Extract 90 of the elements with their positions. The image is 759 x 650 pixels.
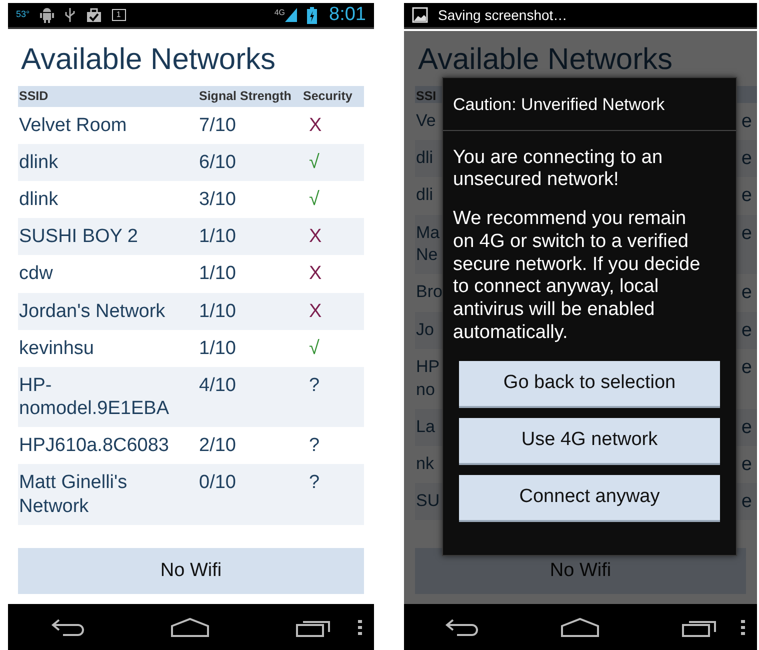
network-name: nk bbox=[416, 452, 434, 475]
network-name: Jo bbox=[416, 318, 434, 341]
page-title: Available Networks bbox=[21, 43, 277, 76]
temperature-text: 53° bbox=[16, 8, 30, 22]
network-name: Ve bbox=[416, 110, 436, 132]
usb-icon bbox=[64, 7, 76, 23]
network-name: dlink bbox=[19, 188, 60, 212]
network-name: Ma Ne bbox=[416, 222, 440, 266]
network-row[interactable]: Jordan's Network 1/10 X bbox=[18, 292, 364, 330]
network-row[interactable]: Matt Ginelli's Network 0/10 ? bbox=[18, 464, 364, 525]
network-row[interactable]: HPJ610a.8C6083 2/10 ? bbox=[18, 427, 364, 464]
network-name: SUSHI BOY 2 bbox=[19, 225, 139, 248]
verified-status: e bbox=[741, 318, 753, 342]
dialog-title: Caution: Unverified Network bbox=[443, 78, 736, 130]
back-icon[interactable] bbox=[444, 618, 478, 636]
signal-strength: 6/10 bbox=[199, 150, 237, 174]
column-header: SSI bbox=[416, 88, 436, 102]
battery-icon bbox=[307, 6, 318, 24]
menu-icon[interactable] bbox=[358, 620, 362, 636]
notification-text: Saving screenshot… bbox=[438, 6, 568, 25]
security-status: ? bbox=[309, 374, 320, 398]
dialog-button[interactable]: Connect anyway bbox=[459, 474, 720, 522]
no-wifi-button[interactable]: No Wifi bbox=[18, 548, 364, 594]
network-name: Bro bbox=[416, 281, 442, 304]
dialog-button[interactable]: Use 4G network bbox=[459, 418, 720, 465]
network-row[interactable]: SUSHI BOY 2 1/10 X bbox=[18, 218, 364, 256]
calendar-icon: 1 bbox=[112, 9, 126, 21]
network-name: kevinhsu bbox=[19, 336, 95, 360]
network-row[interactable]: cdw 1/10 X bbox=[18, 255, 364, 293]
home-icon[interactable] bbox=[560, 617, 600, 637]
security-status: √ bbox=[309, 336, 320, 360]
signal-strength: 1/10 bbox=[199, 300, 237, 323]
security-status: ? bbox=[309, 471, 320, 495]
signal-strength: 7/10 bbox=[199, 114, 237, 137]
network-row[interactable]: Velvet Room 7/10 X bbox=[18, 106, 364, 144]
verified-status: e bbox=[741, 147, 753, 170]
signal-strength: 2/10 bbox=[199, 434, 237, 458]
security-status: √ bbox=[309, 188, 320, 212]
security-status: X bbox=[309, 300, 322, 323]
verified-status: e bbox=[741, 452, 753, 476]
verified-status: e bbox=[741, 184, 753, 208]
home-icon[interactable] bbox=[170, 617, 210, 637]
network-name: dli bbox=[416, 147, 434, 170]
signal-strength: 1/10 bbox=[199, 336, 237, 360]
verified-status: e bbox=[741, 222, 753, 245]
network-name: cdw bbox=[19, 262, 54, 286]
security-status: X bbox=[309, 262, 322, 286]
signal-strength: 4/10 bbox=[199, 374, 237, 398]
signal-strength: 1/10 bbox=[199, 225, 237, 248]
network-name: La bbox=[416, 416, 435, 438]
signal-strength: 0/10 bbox=[199, 471, 237, 495]
network-name: HPJ610a.8C6083 bbox=[19, 434, 170, 458]
column-header: SSID bbox=[19, 88, 50, 105]
android-icon bbox=[40, 7, 54, 23]
bag-check-icon bbox=[86, 7, 102, 23]
back-icon[interactable] bbox=[50, 618, 85, 636]
image-icon bbox=[412, 7, 428, 23]
security-status: X bbox=[309, 114, 322, 137]
menu-icon[interactable] bbox=[741, 620, 745, 636]
network-name: Velvet Room bbox=[19, 114, 128, 137]
network-row[interactable]: kevinhsu 1/10 √ bbox=[18, 330, 364, 367]
verified-status: e bbox=[741, 490, 753, 514]
network-name: Matt Ginelli's Network bbox=[19, 471, 128, 518]
time-text: 8:01 bbox=[329, 3, 366, 27]
network-row[interactable]: HP-nomodel.9E1EBA 4/10 ? bbox=[18, 366, 364, 428]
signal-icon bbox=[285, 8, 298, 22]
column-header: Signal Strength bbox=[199, 88, 292, 105]
verified-status: e bbox=[741, 356, 753, 379]
signal-strength: 3/10 bbox=[199, 188, 237, 212]
dialog-message: You are connecting to an unsecured network! bbox=[453, 146, 664, 192]
network-name: HP no bbox=[416, 356, 440, 401]
network-name: dli bbox=[416, 184, 434, 206]
verified-status: e bbox=[741, 110, 753, 134]
network-name: SU bbox=[416, 490, 440, 512]
verified-status: e bbox=[741, 281, 753, 305]
network-name: Jordan's Network bbox=[19, 300, 166, 323]
page-title: Available Networks bbox=[418, 43, 674, 76]
verified-status: e bbox=[741, 416, 753, 439]
network-row[interactable]: dlink 3/10 √ bbox=[18, 181, 364, 218]
security-status: √ bbox=[309, 150, 320, 174]
column-header: Security bbox=[303, 88, 354, 105]
network-row[interactable]: dlink 6/10 √ bbox=[18, 144, 364, 182]
security-status: X bbox=[309, 225, 322, 248]
network-name: dlink bbox=[19, 150, 60, 174]
signal-strength: 1/10 bbox=[199, 262, 237, 286]
network-name: HP-nomodel.9E1EBA bbox=[19, 374, 170, 420]
dialog-message: We recommend you remain on 4G or switch to a verified secure network. If you decide to connect anyway, local antivirus will be enabled automatically. bbox=[453, 208, 702, 345]
dialog-button[interactable]: Go back to selection bbox=[459, 360, 720, 408]
network-type-text: 4G bbox=[274, 7, 286, 19]
security-status: ? bbox=[309, 434, 320, 458]
